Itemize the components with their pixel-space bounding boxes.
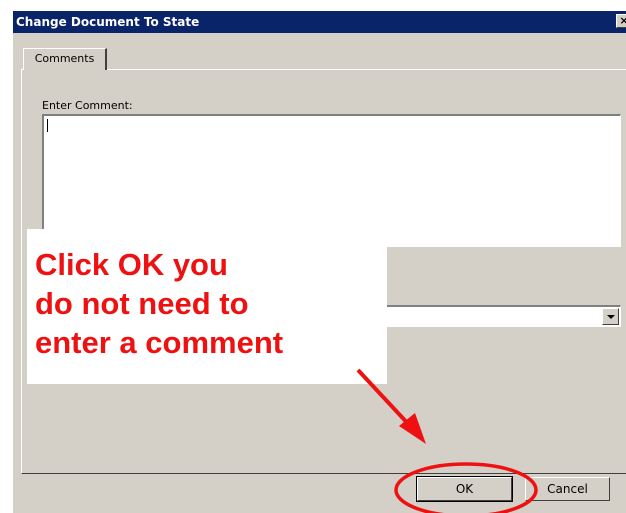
close-button[interactable]: × xyxy=(616,14,626,28)
cancel-button-label: Cancel xyxy=(547,482,588,496)
dialog-titlebar: Change Document To State xyxy=(13,11,626,33)
callout-line: Click OK you xyxy=(35,247,228,282)
cancel-button[interactable]: Cancel xyxy=(525,477,610,501)
chevron-down-icon[interactable] xyxy=(602,308,619,325)
enter-comment-label: Enter Comment: xyxy=(42,99,133,112)
ok-button-label: OK xyxy=(455,482,474,496)
callout-line: enter a comment xyxy=(35,325,284,360)
comment-textarea[interactable] xyxy=(42,114,621,247)
close-icon: × xyxy=(619,14,626,27)
text-caret xyxy=(47,119,48,132)
screenshot-stage: Change Document To State × Comments Ente… xyxy=(0,0,626,513)
instruction-callout: Click OK you do not need to enter a comm… xyxy=(27,229,387,384)
dialog-title: Change Document To State xyxy=(16,15,200,29)
tab-comments[interactable]: Comments xyxy=(23,48,107,70)
callout-text: Click OK you do not need to enter a comm… xyxy=(35,245,380,362)
tab-comments-label: Comments xyxy=(34,52,95,65)
ok-button[interactable]: OK xyxy=(416,476,513,502)
callout-line: do not need to xyxy=(35,286,249,321)
